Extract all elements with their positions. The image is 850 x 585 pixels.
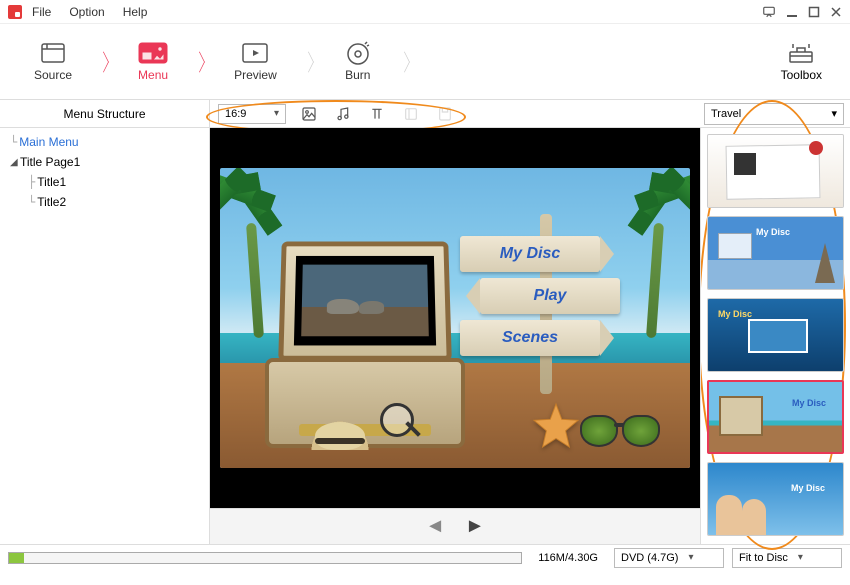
close-button[interactable]	[830, 6, 842, 18]
sign-play[interactable]: Play	[480, 278, 620, 314]
toolbox-label: Toolbox	[781, 68, 822, 82]
chevron-icon	[192, 27, 210, 97]
starfish-decor	[532, 402, 580, 450]
main-area: └Main Menu ◢Title Page1 ├Title1 └Title2	[0, 128, 850, 544]
template-thumb-3[interactable]: My Disc	[707, 298, 844, 372]
titlebar: File Option Help	[0, 0, 850, 24]
text-icon[interactable]	[366, 103, 388, 125]
step-burn[interactable]: Burn	[319, 24, 397, 99]
capacity-progress	[8, 552, 522, 564]
preview-pane: My Disc Play Scenes ◄ ►	[210, 128, 700, 544]
menubar: File Option Help	[32, 5, 147, 19]
step-preview-label: Preview	[234, 68, 277, 82]
disc-type-dropdown[interactable]: DVD (4.7G)	[614, 548, 724, 568]
toolbox-icon	[787, 42, 815, 64]
sub-toolbar: Menu Structure 16:9 Travel	[0, 100, 850, 128]
tree-label: Main Menu	[19, 135, 78, 149]
menu-file[interactable]: File	[32, 5, 51, 19]
maximize-button[interactable]	[808, 6, 820, 18]
template-category-dropdown[interactable]: Travel	[704, 103, 844, 125]
chapters-icon	[400, 103, 422, 125]
step-burn-label: Burn	[345, 68, 370, 82]
sunglasses-decor	[580, 415, 660, 450]
template-thumb-5[interactable]: My Disc	[707, 462, 844, 536]
step-source-label: Source	[34, 68, 72, 82]
minimize-button[interactable]	[786, 6, 798, 18]
feedback-icon[interactable]	[762, 5, 776, 19]
step-source[interactable]: Source	[10, 24, 96, 99]
workflow-bar: Source Menu Preview Burn Toolbox	[0, 24, 850, 100]
sign-scenes[interactable]: Scenes	[460, 320, 600, 356]
step-menu[interactable]: Menu	[114, 24, 192, 99]
source-icon	[38, 42, 68, 64]
template-thumb-2[interactable]: My Disc	[707, 216, 844, 290]
tree-title-page[interactable]: ◢Title Page1	[0, 152, 209, 172]
template-thumb-1[interactable]	[707, 134, 844, 208]
menu-structure-tree: └Main Menu ◢Title Page1 ├Title1 └Title2	[0, 128, 210, 544]
window-controls	[762, 5, 842, 19]
aspect-ratio-dropdown[interactable]: 16:9	[218, 104, 286, 124]
tree-title1[interactable]: ├Title1	[0, 172, 209, 192]
chevron-icon	[301, 27, 319, 97]
background-image-icon[interactable]	[298, 103, 320, 125]
preview-icon	[240, 42, 270, 64]
sign-my-disc[interactable]: My Disc	[460, 236, 600, 272]
template-save-icon	[434, 103, 456, 125]
nav-arrows: ◄ ►	[210, 508, 700, 544]
tree-label: Title Page1	[20, 155, 80, 169]
toolbox-button[interactable]: Toolbox	[763, 42, 840, 82]
fit-to-disc-dropdown[interactable]: Fit to Disc	[732, 548, 842, 568]
step-menu-label: Menu	[138, 68, 168, 82]
tree-main-menu[interactable]: └Main Menu	[0, 132, 209, 152]
hat-decor	[305, 412, 375, 450]
menu-option[interactable]: Option	[69, 5, 104, 19]
burn-icon	[343, 42, 373, 64]
step-preview[interactable]: Preview	[210, 24, 301, 99]
magnifier-decor	[380, 403, 420, 443]
status-bar: 116M/4.30G DVD (4.7G) Fit to Disc	[0, 544, 850, 570]
app-icon	[8, 5, 22, 19]
next-arrow-icon[interactable]: ►	[465, 515, 485, 538]
chevron-icon	[96, 27, 114, 97]
background-music-icon[interactable]	[332, 103, 354, 125]
tree-label: Title1	[37, 175, 66, 189]
menu-structure-header: Menu Structure	[0, 100, 210, 127]
tree-title2[interactable]: └Title2	[0, 192, 209, 212]
menu-help[interactable]: Help	[123, 5, 148, 19]
template-thumb-4[interactable]: My Disc	[707, 380, 844, 454]
template-panel: My Disc My Disc My Disc My Disc	[700, 128, 850, 544]
tree-label: Title2	[37, 195, 66, 209]
preview-canvas[interactable]: My Disc Play Scenes	[210, 128, 700, 508]
dvd-menu-preview: My Disc Play Scenes	[220, 168, 690, 468]
menu-icon	[138, 42, 168, 64]
chevron-icon	[397, 27, 415, 97]
size-label: 116M/4.30G	[530, 552, 606, 564]
prev-arrow-icon[interactable]: ◄	[425, 515, 445, 538]
